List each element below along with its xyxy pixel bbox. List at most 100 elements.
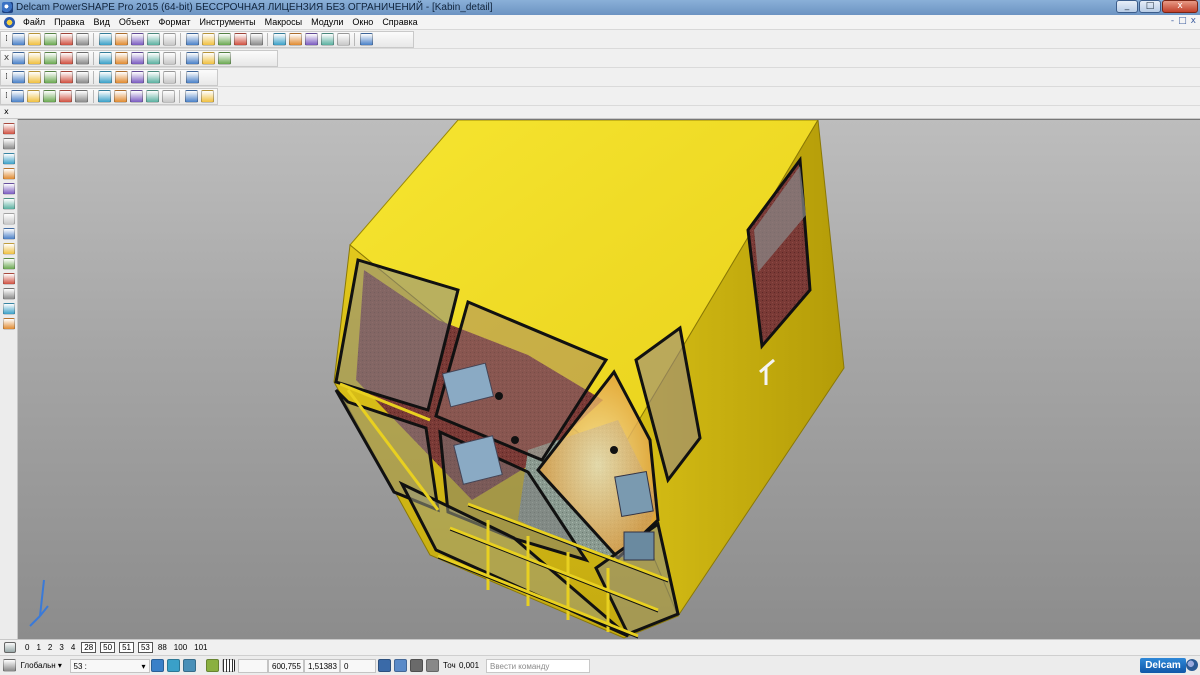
minimize-button[interactable]: _ [1116,0,1138,13]
transform-icon[interactable] [27,90,41,103]
solid-box-icon[interactable] [11,90,25,103]
level-button-50[interactable]: 50 [100,642,116,653]
toolbar-grip-icon[interactable]: ⁞ [3,33,10,46]
surface-tool-icon[interactable] [3,228,15,240]
zoom-box-icon[interactable] [75,52,89,65]
level-button-2[interactable]: 2 [45,643,56,652]
level-button-88[interactable]: 88 [155,643,171,652]
maximize-button[interactable]: □ [1139,0,1161,13]
level-button-53[interactable]: 53 [137,642,153,653]
circle-icon[interactable] [249,33,263,46]
document-restore-button[interactable]: □ [1178,16,1187,26]
fillet-icon[interactable] [184,90,198,103]
line-icon[interactable] [3,153,15,165]
copy-icon[interactable] [114,33,128,46]
menu-tools[interactable]: Инструменты [195,17,260,27]
analysis-icon[interactable] [145,90,159,103]
mirror-icon[interactable] [200,90,214,103]
menu-file[interactable]: Файл [19,17,50,27]
measure-icon[interactable] [409,659,423,672]
rotate-icon[interactable] [59,52,73,65]
surface-icon[interactable] [304,33,318,46]
render-icon[interactable] [185,52,199,65]
units-icon[interactable] [425,659,439,672]
workplane-select[interactable]: Глобальн ▾ [18,659,70,673]
toolbar-close-button[interactable]: x [3,52,10,65]
toolbar-grip-icon[interactable]: ⁞ [3,90,10,103]
zoom-in-icon[interactable] [114,52,128,65]
warning-icon[interactable] [3,168,15,180]
paste-icon[interactable] [130,33,144,46]
z-coordinate[interactable]: 0 [340,658,376,673]
menu-help[interactable]: Справка [378,17,422,27]
curve-edit-icon[interactable] [3,198,15,210]
light-icon[interactable] [201,52,215,65]
menu-view[interactable]: Вид [90,17,115,27]
menu-modules[interactable]: Модули [307,17,348,27]
solid-tool-icon[interactable] [3,243,15,255]
selection-filter-icon[interactable] [167,659,180,672]
draft-icon[interactable] [161,90,175,103]
menu-edit[interactable]: Правка [50,17,89,27]
document-close-button[interactable]: x [1191,16,1196,26]
level-select[interactable]: 53 : ▾ [69,658,150,673]
menu-format[interactable]: Формат [155,17,196,27]
text-icon[interactable] [288,33,302,46]
level-icon[interactable] [11,71,25,84]
menu-object[interactable]: Объект [115,17,155,27]
coordinate-icon[interactable] [3,138,15,150]
axes-icon[interactable] [233,33,247,46]
solid-icon[interactable] [320,33,334,46]
curve-icon[interactable] [272,33,286,46]
level-button-101[interactable]: 101 [191,643,211,652]
select-icon[interactable] [217,33,231,46]
wand-icon[interactable] [146,33,160,46]
block-icon[interactable] [114,71,128,84]
left-toolbar-close-button[interactable]: x [4,107,9,116]
redo-icon[interactable] [185,33,199,46]
zoom-icon[interactable] [98,52,112,65]
title-bar[interactable]: Delcam PowerSHAPE Pro 2015 (64-bit) БЕСС… [0,0,1200,15]
analysis-tool-icon[interactable] [3,288,15,300]
open-file-icon[interactable] [27,33,41,46]
feature-icon[interactable] [75,90,89,103]
mesh-icon[interactable] [185,71,199,84]
save-icon[interactable] [59,33,73,46]
mesh-tool-icon[interactable] [3,273,15,285]
menu-macros[interactable]: Макросы [261,17,308,27]
cabin-model[interactable] [18,120,1200,639]
edit-solid-icon[interactable] [59,90,73,103]
quick-select-icon[interactable] [183,659,196,672]
level-button-3[interactable]: 3 [56,643,67,652]
cursor-icon[interactable] [3,123,15,135]
feature-tool-icon[interactable] [3,318,15,330]
view-front-icon[interactable] [27,52,41,65]
sphere-icon[interactable] [59,71,73,84]
toolbar-grip-icon[interactable]: ⁞ [3,71,10,84]
level-button-28[interactable]: 28 [81,642,97,653]
menu-window[interactable]: Окно [348,17,378,27]
snap-icon[interactable] [151,659,164,672]
y-coordinate[interactable]: 1,51383 [304,658,340,673]
graphics-viewport[interactable] [18,119,1200,639]
arc-icon[interactable] [3,183,15,195]
document-minimize-button[interactable]: - [1171,16,1174,26]
layer-icon[interactable] [27,71,41,84]
new-file-icon[interactable] [11,33,25,46]
palette-icon[interactable] [3,303,15,315]
dynamic-icon[interactable] [205,659,219,672]
wireframe-icon[interactable] [359,33,373,46]
view-iso-icon[interactable] [43,52,57,65]
level-button-0[interactable]: 0 [22,643,33,652]
view-top-icon[interactable] [11,52,25,65]
level-button-51[interactable]: 51 [119,642,134,653]
dimension-icon[interactable] [3,213,15,225]
level-button-4[interactable]: 4 [68,643,79,652]
tolerance-value[interactable]: 0,001 [456,659,486,673]
frame-icon[interactable] [130,71,144,84]
app-icon[interactable] [2,2,13,13]
undo-icon[interactable] [162,33,176,46]
levels-icon[interactable] [4,642,16,653]
cut-icon[interactable] [98,33,112,46]
workplane-icon[interactable] [3,659,16,672]
